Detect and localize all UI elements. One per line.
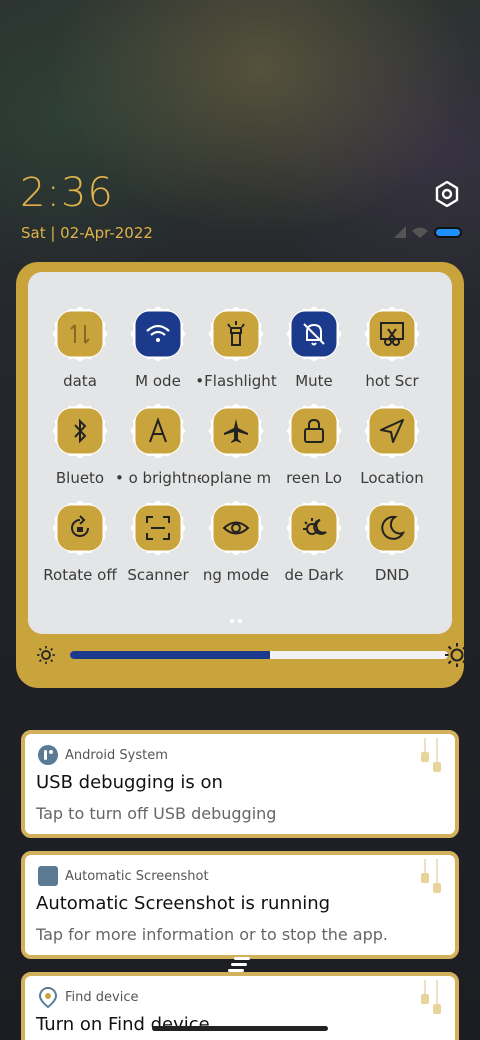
- bluetooth-icon: [74, 418, 87, 444]
- qs-tile-lock-screen[interactable]: reen Lo: [276, 403, 352, 487]
- qs-tile-scanner[interactable]: Scanner: [120, 500, 196, 584]
- qs-tile-location[interactable]: Location: [354, 403, 430, 487]
- qs-tile-label: de Dark: [284, 566, 344, 584]
- qs-tile-mute-bell[interactable]: Mute: [276, 306, 352, 390]
- qs-tile-label: Mute: [295, 372, 333, 390]
- qs-tile-airplane[interactable]: oplane m: [198, 403, 274, 487]
- android-system-icon: [38, 745, 58, 765]
- qs-tile-label: data: [63, 372, 97, 390]
- clock[interactable]: 2:36: [20, 170, 114, 216]
- qs-tile-button[interactable]: [364, 500, 420, 556]
- find-device-icon: [38, 986, 58, 1008]
- qs-tile-button[interactable]: [52, 306, 108, 362]
- notification-text: Tap to turn off USB debugging: [36, 804, 277, 823]
- qs-tile-button[interactable]: [286, 306, 342, 362]
- qs-tile-button[interactable]: [208, 403, 264, 459]
- qs-tile-label: hot Scr: [365, 372, 419, 390]
- qs-tile-button[interactable]: [286, 500, 342, 556]
- mute-bell-icon: [303, 323, 325, 346]
- qs-tile-dark-mode[interactable]: de Dark: [276, 500, 352, 584]
- brightness-low-icon: [37, 646, 55, 664]
- qs-tile-dnd-moon[interactable]: DND: [354, 500, 430, 584]
- qs-tile-label: DND: [374, 566, 410, 584]
- brightness-track[interactable]: [70, 651, 448, 659]
- notification-title: Turn on Find device: [36, 1014, 210, 1035]
- qs-tile-label: Scanner: [127, 566, 189, 584]
- qs-tile-button[interactable]: [52, 403, 108, 459]
- qs-tile-label: Blueto: [55, 469, 105, 487]
- mobile-data-icon: [70, 324, 90, 344]
- reading-mode-icon: [222, 521, 250, 535]
- signal-icon: [394, 226, 428, 238]
- qs-tile-reading-mode[interactable]: ng mode: [198, 500, 274, 584]
- dnd-moon-icon: [381, 515, 406, 540]
- qs-tile-button[interactable]: [130, 403, 186, 459]
- brightness-fill: [70, 651, 271, 659]
- notification-text: Tap for more information or to stop the …: [36, 925, 389, 944]
- brightness-high-icon: [445, 643, 469, 667]
- lantern-decoration-icon: [421, 859, 441, 893]
- qs-tile-label: M ode: [135, 372, 181, 390]
- flashlight-icon: [227, 321, 245, 346]
- qs-tile-button[interactable]: [52, 500, 108, 556]
- qs-tile-button[interactable]: [364, 403, 420, 459]
- qs-tile-button[interactable]: [208, 500, 264, 556]
- notification-title: USB debugging is on: [36, 772, 223, 793]
- qs-tile-label: •Flashlight: [195, 372, 277, 390]
- qs-tile-rotate-lock[interactable]: Rotate off: [42, 500, 118, 584]
- scanner-icon: [146, 516, 170, 540]
- home-indicator[interactable]: [152, 1026, 328, 1031]
- screenshot-icon: [380, 322, 404, 346]
- lantern-decoration-icon: [421, 980, 441, 1014]
- qs-tile-label: • o brightne: [115, 469, 201, 487]
- rotate-lock-icon: [71, 515, 89, 537]
- auto-screenshot-app-icon: [38, 866, 58, 886]
- lock-screen-icon: [304, 418, 324, 443]
- battery-icon: [434, 227, 462, 238]
- quick-settings-grid: data M ode •Flashlight Mute hot Scr Blueto • o…: [28, 272, 452, 634]
- qs-tile-label: ng mode: [202, 566, 270, 584]
- lantern-decoration-icon: [421, 738, 441, 772]
- page-indicator: [228, 608, 252, 623]
- qs-tile-mobile-data[interactable]: data: [42, 306, 118, 390]
- qs-tile-screenshot[interactable]: hot Scr: [354, 306, 430, 390]
- auto-brightness-icon: [149, 417, 167, 443]
- qs-tile-wifi[interactable]: M ode: [120, 306, 196, 390]
- qs-tile-label: reen Lo: [286, 469, 342, 487]
- qs-tile-button[interactable]: [208, 306, 264, 362]
- notification-usb-debugging[interactable]: Android System USB debugging is on Tap t…: [21, 730, 459, 838]
- qs-tile-button[interactable]: [364, 306, 420, 362]
- settings-gear-icon[interactable]: [434, 181, 460, 207]
- notification-app-name: Android System: [65, 748, 168, 763]
- quick-settings-panel: data M ode •Flashlight Mute hot Scr Blueto • o…: [16, 262, 469, 688]
- dark-mode-icon: [303, 518, 327, 535]
- notification-title: Automatic Screenshot is running: [36, 893, 331, 914]
- brightness-slider[interactable]: [36, 643, 469, 667]
- qs-tile-button[interactable]: [286, 403, 342, 459]
- qs-tile-label: oplane m: [200, 469, 272, 487]
- airplane-icon: [224, 419, 248, 443]
- qs-tile-flashlight[interactable]: •Flashlight: [195, 306, 277, 390]
- wifi-icon: [146, 324, 170, 342]
- qs-tile-bluetooth[interactable]: Blueto: [42, 403, 118, 487]
- qs-tile-button[interactable]: [130, 306, 186, 362]
- notification-auto-screenshot[interactable]: Automatic Screenshot Automatic Screensho…: [21, 851, 459, 959]
- qs-tile-label: Rotate off: [43, 566, 117, 584]
- qs-tile-auto-brightness[interactable]: • o brightne: [115, 403, 201, 487]
- qs-tile-button[interactable]: [130, 500, 186, 556]
- location-icon: [380, 419, 404, 443]
- notification-app-name: Automatic Screenshot: [65, 869, 209, 884]
- notification-app-name: Find device: [65, 990, 139, 1005]
- qs-tile-label: Location: [360, 469, 424, 487]
- date[interactable]: Sat | 02-Apr-2022: [21, 224, 153, 242]
